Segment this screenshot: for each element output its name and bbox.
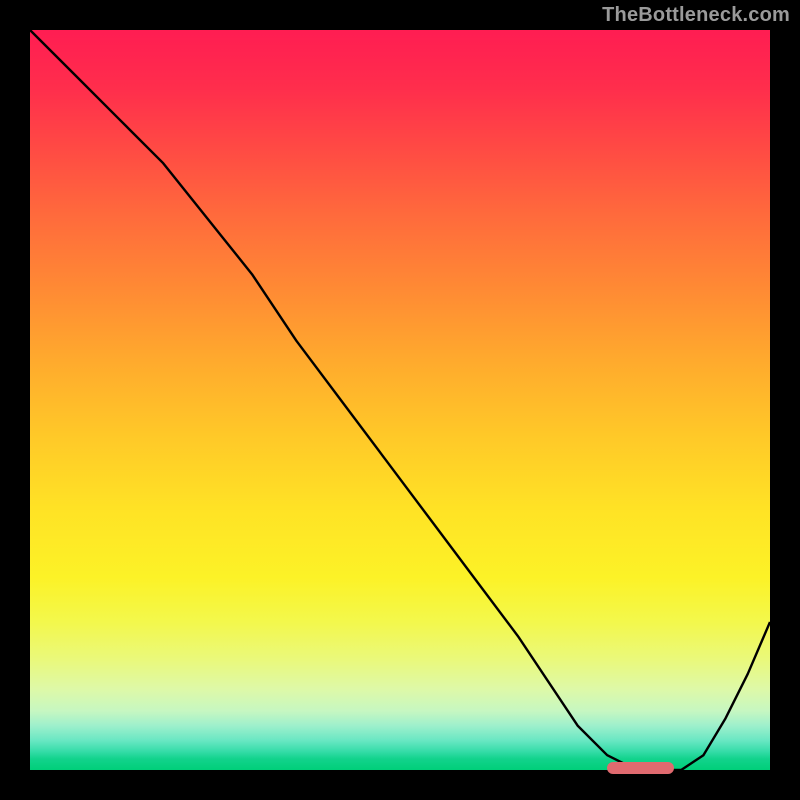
minimum-marker [607,762,674,774]
curve-layer [30,30,770,770]
watermark-text: TheBottleneck.com [602,4,790,27]
bottleneck-curve-line [30,30,770,770]
chart-canvas: TheBottleneck.com [0,0,800,800]
plot-area [30,30,770,770]
